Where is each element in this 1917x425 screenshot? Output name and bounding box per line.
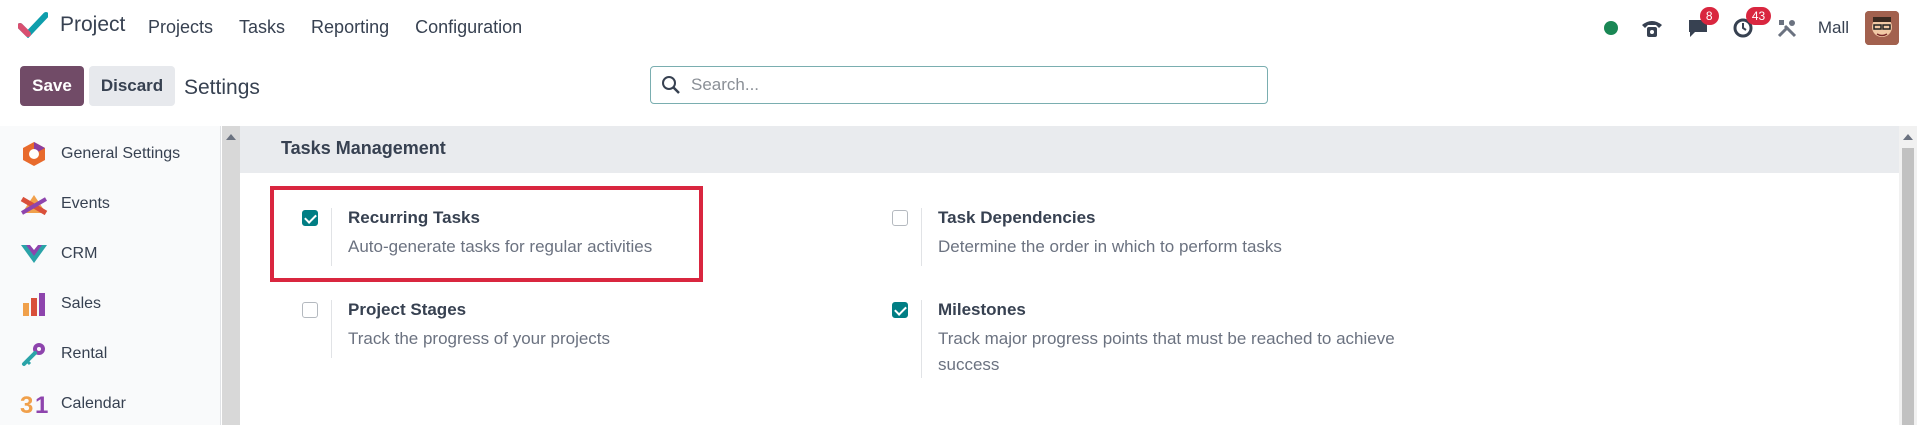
sidebar-item-label: CRM bbox=[61, 245, 98, 262]
sales-icon bbox=[20, 290, 48, 318]
search-input[interactable] bbox=[689, 74, 1253, 96]
scroll-up-arrow-icon[interactable] bbox=[226, 134, 236, 140]
presence-dot bbox=[1603, 21, 1618, 35]
save-button[interactable]: Save bbox=[20, 66, 84, 106]
section-title: Tasks Management bbox=[281, 138, 446, 158]
scroll-up-arrow-icon[interactable] bbox=[1903, 134, 1913, 140]
milestones-checkbox[interactable] bbox=[892, 302, 908, 318]
tools-icon bbox=[1777, 20, 1796, 38]
messages-badge: 8 bbox=[1699, 7, 1719, 25]
search-box bbox=[650, 66, 1268, 104]
activities-button[interactable]: 43 bbox=[1732, 7, 1772, 39]
setting-description: Track the progress of your projects bbox=[348, 329, 611, 348]
section-header: Tasks Management bbox=[240, 126, 1899, 173]
tools-button[interactable] bbox=[1776, 17, 1798, 39]
svg-text:3: 3 bbox=[20, 392, 33, 417]
discard-button[interactable]: Discard bbox=[89, 66, 175, 106]
main-menu: Projects Tasks Reporting Configuration bbox=[148, 17, 548, 38]
project-stages-checkbox[interactable] bbox=[302, 302, 318, 318]
setting-task-dependencies: Task Dependencies Determine the order in… bbox=[892, 208, 1452, 268]
sidebar-item-calendar[interactable]: 3 1 Calendar bbox=[0, 384, 200, 424]
activities-badge: 43 bbox=[1745, 7, 1772, 25]
search-icon bbox=[662, 76, 680, 94]
menu-reporting[interactable]: Reporting bbox=[311, 17, 389, 38]
phone-icon bbox=[1641, 21, 1662, 37]
sidebar-item-general-settings[interactable]: General Settings bbox=[0, 134, 200, 174]
user-name[interactable]: Mall bbox=[1818, 18, 1849, 38]
main-scrollbar[interactable] bbox=[1899, 126, 1917, 425]
svg-text:1: 1 bbox=[35, 392, 48, 417]
avatar-image bbox=[1865, 11, 1899, 45]
sidebar-item-label: Rental bbox=[61, 345, 108, 362]
menu-projects[interactable]: Projects bbox=[148, 17, 213, 38]
setting-title: Project Stages bbox=[348, 300, 467, 319]
sidebar-item-label: General Settings bbox=[61, 145, 181, 162]
divider bbox=[921, 208, 922, 266]
rental-icon bbox=[20, 340, 48, 368]
setting-project-stages: Project Stages Track the progress of you… bbox=[302, 300, 722, 360]
status-indicator bbox=[1603, 21, 1618, 35]
breadcrumb: Settings bbox=[184, 76, 260, 99]
events-icon bbox=[20, 190, 48, 218]
phone-button[interactable] bbox=[1640, 17, 1664, 39]
user-avatar[interactable] bbox=[1865, 11, 1899, 45]
top-navbar: Project Projects Tasks Reporting Configu… bbox=[0, 0, 1917, 56]
control-panel: Save Discard Settings bbox=[0, 56, 1917, 126]
systray: 8 43 Mall bbox=[1582, 7, 1899, 46]
crm-icon bbox=[20, 240, 48, 268]
project-app-icon bbox=[18, 12, 48, 38]
sidebar-item-label: Events bbox=[61, 195, 110, 212]
scrollbar-thumb[interactable] bbox=[1902, 148, 1914, 425]
sidebar-item-label: Calendar bbox=[61, 395, 126, 412]
setting-title: Task Dependencies bbox=[938, 208, 1096, 227]
app-name: Project bbox=[60, 13, 126, 36]
setting-title: Milestones bbox=[938, 300, 1026, 319]
sidebar-item-rental[interactable]: Rental bbox=[0, 334, 200, 374]
sidebar-item-label: Sales bbox=[61, 295, 102, 312]
sidebar-item-events[interactable]: Events bbox=[0, 184, 200, 224]
divider bbox=[921, 300, 922, 378]
menu-configuration[interactable]: Configuration bbox=[415, 17, 522, 38]
setting-description: Determine the order in which to perform … bbox=[938, 237, 1282, 256]
settings-sidebar: General Settings Events CRM Sales Rental… bbox=[0, 126, 221, 425]
task-dependencies-checkbox[interactable] bbox=[892, 210, 908, 226]
setting-milestones: Milestones Track major progress points t… bbox=[892, 300, 1412, 380]
sidebar-item-sales[interactable]: Sales bbox=[0, 284, 200, 324]
divider bbox=[331, 300, 332, 358]
calendar-icon: 3 1 bbox=[20, 390, 48, 418]
sidebar-scrollbar[interactable] bbox=[222, 126, 240, 425]
highlight-box bbox=[270, 186, 703, 282]
menu-tasks[interactable]: Tasks bbox=[239, 17, 285, 38]
setting-description: Track major progress points that must be… bbox=[938, 329, 1395, 374]
sidebar-item-crm[interactable]: CRM bbox=[0, 234, 200, 274]
messages-button[interactable]: 8 bbox=[1686, 7, 1719, 39]
general-settings-icon bbox=[20, 140, 48, 168]
app-brand[interactable]: Project bbox=[18, 12, 125, 38]
